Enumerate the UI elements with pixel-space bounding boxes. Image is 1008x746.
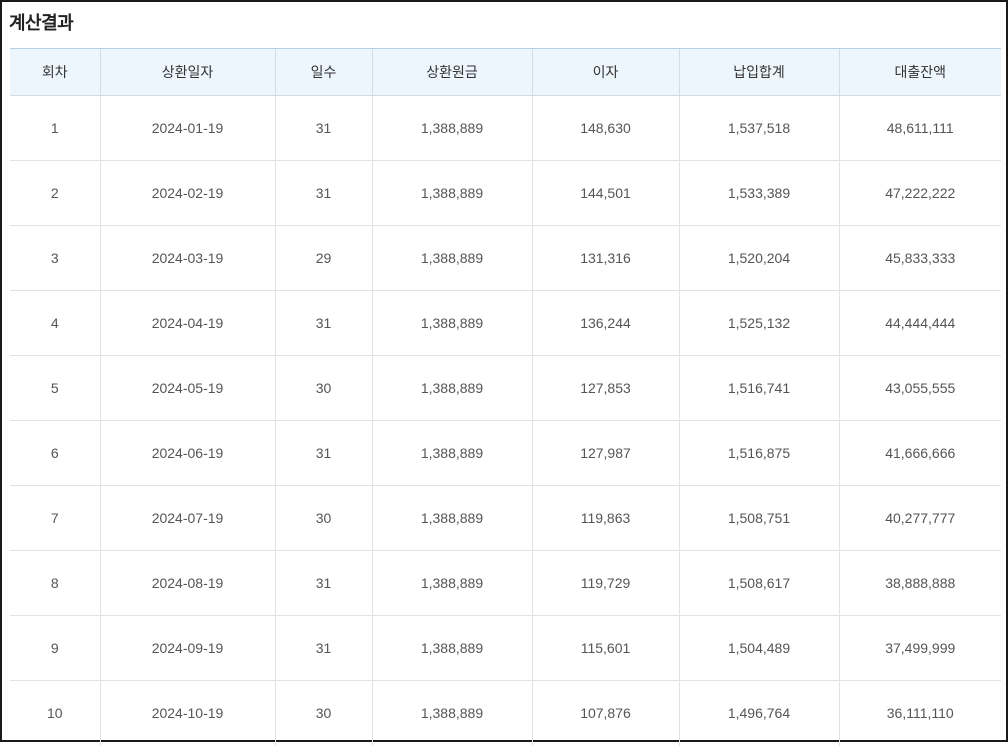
- cell-days: 31: [274, 550, 372, 616]
- cell-principal: 1,388,889: [371, 420, 532, 486]
- cell-days: 30: [274, 355, 372, 421]
- cell-installment: 3: [10, 225, 100, 291]
- cell-total-payment: 1,525,132: [678, 290, 839, 356]
- cell-principal: 1,388,889: [371, 550, 532, 616]
- cell-installment: 5: [10, 355, 100, 421]
- table-row: 8 2024-08-19 31 1,388,889 119,729 1,508,…: [10, 550, 1001, 616]
- cell-days: 30: [274, 680, 372, 746]
- cell-total-payment: 1,508,751: [678, 485, 839, 551]
- table-row: 4 2024-04-19 31 1,388,889 136,244 1,525,…: [10, 290, 1001, 356]
- header-total-payment: 납입합계: [678, 48, 839, 96]
- cell-interest: 115,601: [531, 615, 679, 681]
- cell-total-payment: 1,516,741: [678, 355, 839, 421]
- cell-loan-balance: 40,277,777: [838, 485, 1001, 551]
- result-panel: 계산결과 회차 상환일자 일수 상환원금 이자 납입합계 대출잔액 1 2024…: [0, 0, 1008, 746]
- cell-installment: 6: [10, 420, 100, 486]
- table-row: 6 2024-06-19 31 1,388,889 127,987 1,516,…: [10, 420, 1001, 486]
- cell-repayment-date: 2024-07-19: [99, 485, 275, 551]
- cell-repayment-date: 2024-08-19: [99, 550, 275, 616]
- cell-repayment-date: 2024-09-19: [99, 615, 275, 681]
- cell-principal: 1,388,889: [371, 290, 532, 356]
- cell-installment: 9: [10, 615, 100, 681]
- cell-total-payment: 1,516,875: [678, 420, 839, 486]
- cell-installment: 2: [10, 160, 100, 226]
- header-loan-balance: 대출잔액: [838, 48, 1001, 96]
- cell-interest: 148,630: [531, 95, 679, 161]
- table-row: 10 2024-10-19 30 1,388,889 107,876 1,496…: [10, 680, 1001, 746]
- cell-installment: 7: [10, 485, 100, 551]
- table-row: 3 2024-03-19 29 1,388,889 131,316 1,520,…: [10, 225, 1001, 291]
- cell-interest: 107,876: [531, 680, 679, 746]
- cell-repayment-date: 2024-10-19: [99, 680, 275, 746]
- cell-interest: 127,853: [531, 355, 679, 421]
- cell-loan-balance: 36,111,110: [838, 680, 1001, 746]
- cell-loan-balance: 45,833,333: [838, 225, 1001, 291]
- cell-principal: 1,388,889: [371, 225, 532, 291]
- cell-days: 31: [274, 160, 372, 226]
- cell-principal: 1,388,889: [371, 95, 532, 161]
- cell-total-payment: 1,520,204: [678, 225, 839, 291]
- table-row: 7 2024-07-19 30 1,388,889 119,863 1,508,…: [10, 485, 1001, 551]
- cell-principal: 1,388,889: [371, 615, 532, 681]
- cell-principal: 1,388,889: [371, 355, 532, 421]
- cell-interest: 119,729: [531, 550, 679, 616]
- cell-loan-balance: 37,499,999: [838, 615, 1001, 681]
- table-row: 5 2024-05-19 30 1,388,889 127,853 1,516,…: [10, 355, 1001, 421]
- cell-interest: 127,987: [531, 420, 679, 486]
- cell-repayment-date: 2024-05-19: [99, 355, 275, 421]
- cell-days: 31: [274, 615, 372, 681]
- cell-repayment-date: 2024-04-19: [99, 290, 275, 356]
- cell-loan-balance: 43,055,555: [838, 355, 1001, 421]
- page-title: 계산결과: [9, 13, 74, 34]
- cell-days: 31: [274, 95, 372, 161]
- cell-installment: 8: [10, 550, 100, 616]
- cell-repayment-date: 2024-03-19: [99, 225, 275, 291]
- cell-total-payment: 1,504,489: [678, 615, 839, 681]
- header-principal: 상환원금: [371, 48, 532, 96]
- cell-principal: 1,388,889: [371, 485, 532, 551]
- cell-total-payment: 1,533,389: [678, 160, 839, 226]
- table-row: 2 2024-02-19 31 1,388,889 144,501 1,533,…: [10, 160, 1001, 226]
- cell-loan-balance: 48,611,111: [838, 95, 1001, 161]
- cell-total-payment: 1,537,518: [678, 95, 839, 161]
- cell-principal: 1,388,889: [371, 160, 532, 226]
- cell-loan-balance: 41,666,666: [838, 420, 1001, 486]
- cell-days: 31: [274, 290, 372, 356]
- cell-loan-balance: 44,444,444: [838, 290, 1001, 356]
- cell-repayment-date: 2024-02-19: [99, 160, 275, 226]
- cell-installment: 4: [10, 290, 100, 356]
- cell-loan-balance: 38,888,888: [838, 550, 1001, 616]
- table-row: 1 2024-01-19 31 1,388,889 148,630 1,537,…: [10, 95, 1001, 161]
- header-days: 일수: [274, 48, 372, 96]
- cell-principal: 1,388,889: [371, 680, 532, 746]
- cell-days: 30: [274, 485, 372, 551]
- cell-repayment-date: 2024-06-19: [99, 420, 275, 486]
- cell-total-payment: 1,508,617: [678, 550, 839, 616]
- cell-installment: 10: [46, 705, 63, 722]
- cell-days: 31: [274, 420, 372, 486]
- cell-interest: 144,501: [531, 160, 679, 226]
- header-installment: 회차: [10, 48, 100, 96]
- cell-installment: 1: [10, 95, 100, 161]
- table-header-row: 회차 상환일자 일수 상환원금 이자 납입합계 대출잔액: [10, 48, 1001, 96]
- table-row: 9 2024-09-19 31 1,388,889 115,601 1,504,…: [10, 615, 1001, 681]
- cell-loan-balance: 47,222,222: [838, 160, 1001, 226]
- cell-interest: 136,244: [531, 290, 679, 356]
- header-interest: 이자: [531, 48, 679, 96]
- cell-repayment-date: 2024-01-19: [99, 95, 275, 161]
- cell-days: 29: [274, 225, 372, 291]
- header-repayment-date: 상환일자: [99, 48, 275, 96]
- cell-total-payment: 1,496,764: [678, 680, 839, 746]
- cell-interest: 119,863: [531, 485, 679, 551]
- cell-interest: 131,316: [531, 225, 679, 291]
- repayment-schedule-table: 회차 상환일자 일수 상환원금 이자 납입합계 대출잔액 1 2024-01-1…: [10, 48, 1001, 746]
